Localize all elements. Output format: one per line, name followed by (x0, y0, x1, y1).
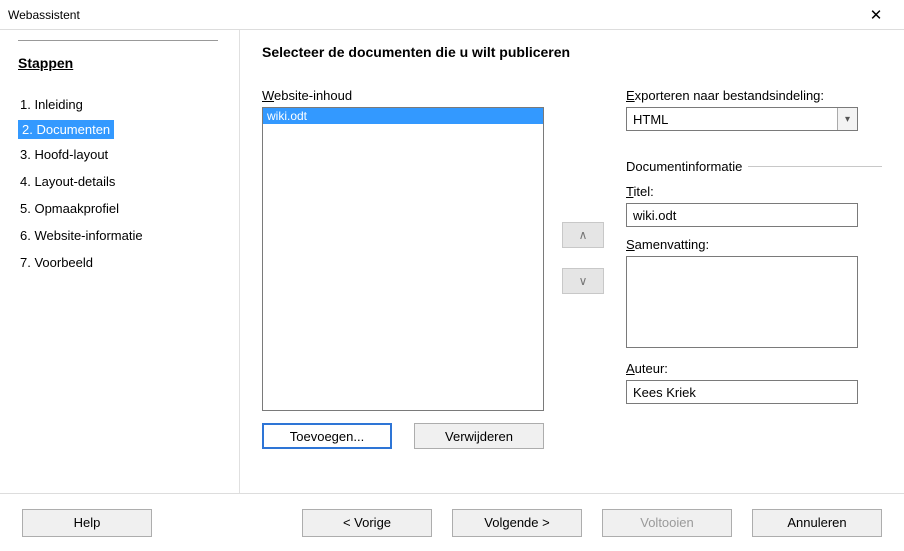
details-column: Exporteren naar bestandsindeling: HTML ▾… (626, 88, 882, 449)
content-row: Website-inhoud wiki.odt Toevoegen... Ver… (262, 88, 882, 449)
reorder-column: ∧ ∨ (562, 88, 608, 449)
summary-label: Samenvatting: (626, 237, 882, 252)
dialog-body: Stappen 1. Inleiding 2. Documenten 3. Ho… (0, 30, 904, 493)
content-label: Website-inhoud (262, 88, 544, 103)
step-2[interactable]: 2. Documenten (18, 120, 114, 139)
content-column: Website-inhoud wiki.odt Toevoegen... Ver… (262, 88, 544, 449)
title-field: Titel: (626, 184, 882, 227)
close-icon[interactable]: ✕ (856, 0, 896, 30)
steps-list: 1. Inleiding 2. Documenten 3. Hoofd-layo… (18, 93, 221, 274)
export-format-select[interactable]: HTML ▾ (626, 107, 858, 131)
next-button[interactable]: Volgende > (452, 509, 582, 537)
export-label: Exporteren naar bestandsindeling: (626, 88, 882, 103)
page-title: Selecteer de documenten die u wilt publi… (262, 44, 882, 60)
step-4[interactable]: 4. Layout-details (18, 170, 221, 193)
title-input[interactable] (626, 203, 858, 227)
step-5[interactable]: 5. Opmaakprofiel (18, 197, 221, 220)
sidebar: Stappen 1. Inleiding 2. Documenten 3. Ho… (0, 30, 240, 493)
docinfo-group: Documentinformatie Titel: Samenvatting: … (626, 159, 882, 414)
content-listbox[interactable]: wiki.odt (262, 107, 544, 411)
step-7[interactable]: 7. Voorbeeld (18, 251, 221, 274)
step-3[interactable]: 3. Hoofd-layout (18, 143, 221, 166)
chevron-down-icon: ▾ (837, 108, 857, 130)
steps-heading: Stappen (18, 55, 221, 71)
titlebar: Webassistent ✕ (0, 0, 904, 30)
add-button[interactable]: Toevoegen... (262, 423, 392, 449)
main-panel: Selecteer de documenten die u wilt publi… (240, 30, 904, 493)
author-label: Auteur: (626, 361, 882, 376)
summary-textarea[interactable] (626, 256, 858, 348)
finish-button[interactable]: Voltooien (602, 509, 732, 537)
step-1[interactable]: 1. Inleiding (18, 93, 221, 116)
move-down-button[interactable]: ∨ (562, 268, 604, 294)
export-format-value: HTML (633, 112, 668, 127)
list-item[interactable]: wiki.odt (263, 108, 543, 124)
footer: Help < Vorige Volgende > Voltooien Annul… (0, 493, 904, 551)
docinfo-legend: Documentinformatie (626, 159, 748, 174)
content-buttons: Toevoegen... Verwijderen (262, 423, 544, 449)
move-up-button[interactable]: ∧ (562, 222, 604, 248)
window-title: Webassistent (8, 8, 80, 22)
title-label: Titel: (626, 184, 882, 199)
remove-button[interactable]: Verwijderen (414, 423, 544, 449)
author-input[interactable] (626, 380, 858, 404)
back-button[interactable]: < Vorige (302, 509, 432, 537)
cancel-button[interactable]: Annuleren (752, 509, 882, 537)
export-field: Exporteren naar bestandsindeling: HTML ▾ (626, 88, 882, 131)
step-6[interactable]: 6. Website-informatie (18, 224, 221, 247)
summary-field: Samenvatting: (626, 237, 882, 351)
help-button[interactable]: Help (22, 509, 152, 537)
author-field: Auteur: (626, 361, 882, 404)
sidebar-separator (18, 40, 218, 41)
